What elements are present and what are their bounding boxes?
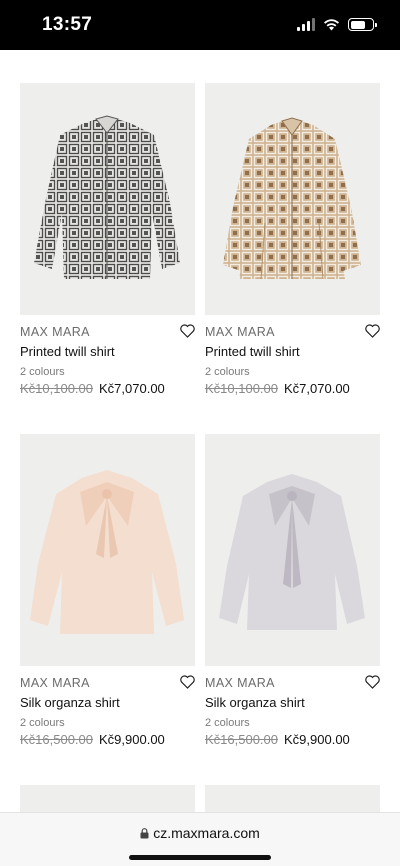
product-image-printed-shirt-grey[interactable] <box>20 83 195 315</box>
product-card[interactable]: MAX MARA Printed twill shirt 2 colours K… <box>205 83 380 398</box>
product-colours: 2 colours <box>205 717 250 729</box>
product-price: Kč16,500.00 Kč9,900.00 <box>20 731 195 749</box>
product-price: Kč16,500.00 Kč9,900.00 <box>205 731 380 749</box>
product-card[interactable]: MAX MARA Silk organza shirt 2 colours Kč… <box>20 434 195 749</box>
home-indicator[interactable] <box>129 855 271 860</box>
product-brand: MAX MARA <box>205 325 275 339</box>
sale-price: Kč9,900.00 <box>284 732 350 747</box>
product-card[interactable]: MAX MARA Silk organza shirt 2 colours Kč… <box>205 434 380 749</box>
product-image-printed-shirt-beige[interactable] <box>205 83 380 315</box>
original-price: Kč16,500.00 <box>205 732 279 747</box>
cellular-signal-icon <box>297 18 315 31</box>
product-price: Kč10,100.00 Kč7,070.00 <box>20 380 195 398</box>
product-brand: MAX MARA <box>20 676 90 690</box>
product-image-organza-shirt-pink[interactable] <box>20 434 195 666</box>
sale-price: Kč7,070.00 <box>284 381 350 396</box>
product-title[interactable]: Silk organza shirt <box>20 693 195 713</box>
status-time: 13:57 <box>42 14 93 35</box>
product-colours: 2 colours <box>20 366 65 378</box>
product-price: Kč10,100.00 Kč7,070.00 <box>205 380 380 398</box>
sale-price: Kč9,900.00 <box>99 732 165 747</box>
product-colours: 2 colours <box>205 366 250 378</box>
product-brand: MAX MARA <box>205 676 275 690</box>
wishlist-heart-icon[interactable] <box>180 324 195 338</box>
product-title[interactable]: Printed twill shirt <box>20 342 195 362</box>
battery-icon <box>348 18 377 31</box>
wifi-icon <box>324 19 339 31</box>
browser-address-bar[interactable]: cz.maxmara.com <box>0 812 400 866</box>
status-icons <box>297 18 377 31</box>
product-card[interactable]: MAX MARA Printed twill shirt 2 colours K… <box>20 83 195 398</box>
lock-icon <box>140 828 149 839</box>
product-image-organza-shirt-grey[interactable] <box>205 434 380 666</box>
original-price: Kč10,100.00 <box>205 381 279 396</box>
product-title[interactable]: Printed twill shirt <box>205 342 380 362</box>
product-title[interactable]: Silk organza shirt <box>205 693 380 713</box>
url-display[interactable]: cz.maxmara.com <box>0 825 400 841</box>
product-brand: MAX MARA <box>20 325 90 339</box>
status-bar: 13:57 <box>0 0 400 50</box>
product-colours: 2 colours <box>20 717 65 729</box>
url-text: cz.maxmara.com <box>153 825 260 841</box>
original-price: Kč16,500.00 <box>20 732 94 747</box>
wishlist-heart-icon[interactable] <box>180 675 195 689</box>
wishlist-heart-icon[interactable] <box>365 675 380 689</box>
sale-price: Kč7,070.00 <box>99 381 165 396</box>
wishlist-heart-icon[interactable] <box>365 324 380 338</box>
original-price: Kč10,100.00 <box>20 381 94 396</box>
